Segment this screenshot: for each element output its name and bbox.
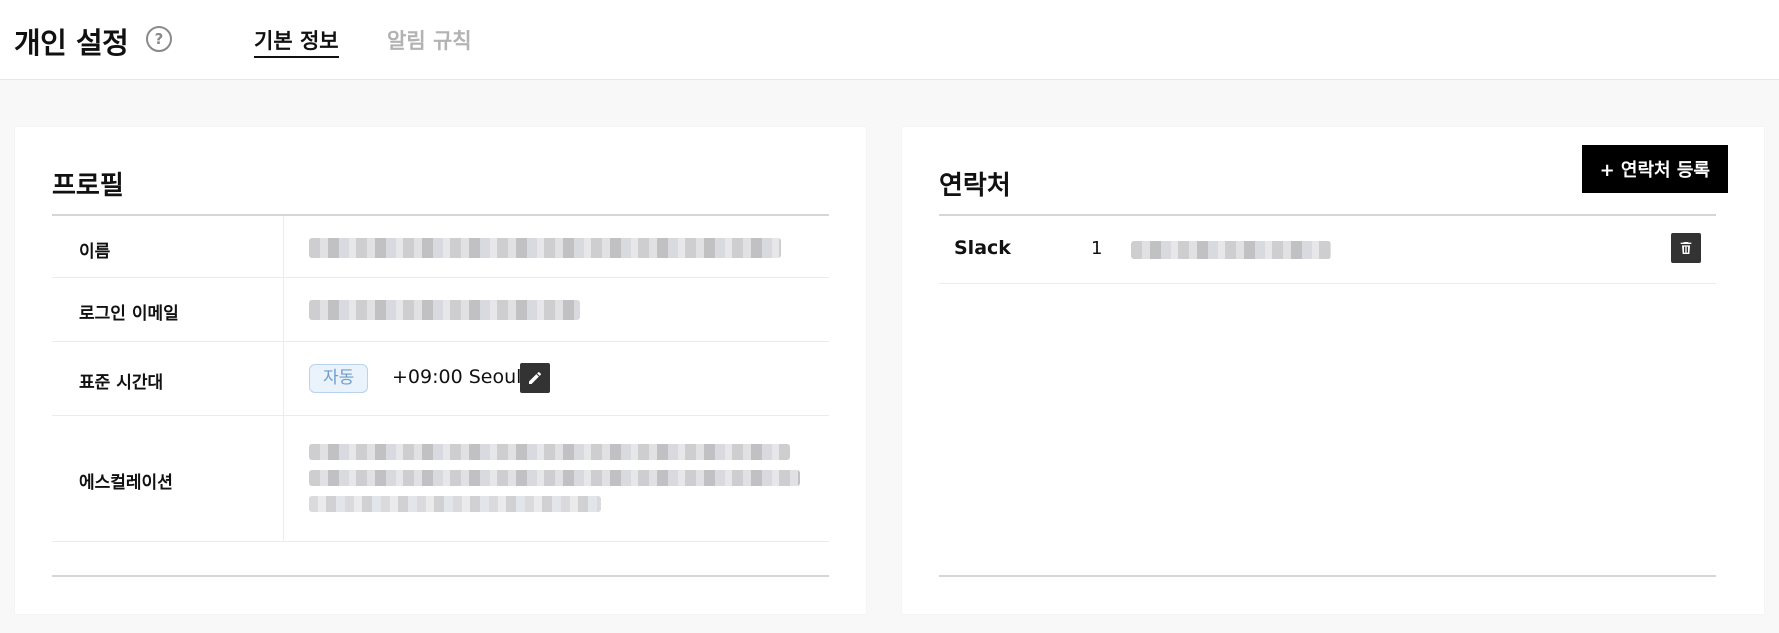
contacts-card: 연락처 + 연락처 등록 Slack 1 [902,127,1764,614]
add-contact-button[interactable]: + 연락처 등록 [1581,145,1728,193]
timezone-label: 표준 시간대 [79,373,164,393]
profile-row-email: 로그인 이메일 [52,278,829,342]
contacts-title: 연락처 [939,171,1011,201]
help-icon[interactable]: ? [146,26,172,52]
row-divider [283,342,284,415]
row-divider [283,216,284,277]
contact-value-redacted [1131,241,1331,259]
row-divider [283,278,284,341]
edit-timezone-button[interactable] [520,363,550,393]
escalation-label: 에스컬레이션 [79,473,173,493]
delete-contact-button[interactable] [1671,233,1701,263]
email-value-redacted [309,300,580,320]
page-title: 개인 설정 [14,26,129,60]
profile-row-name: 이름 [52,216,829,278]
pencil-icon [529,371,542,384]
top-header: 개인 설정 ? 기본 정보 알림 규칙 [0,0,1779,80]
timezone-text: +09:00 Seoul [392,366,522,388]
profile-row-escalation: 에스컬레이션 [52,416,829,542]
profile-row-timezone: 표준 시간대 자동 +09:00 Seoul [52,342,829,416]
profile-bottom-rule [52,575,829,577]
row-divider [283,416,284,541]
auto-badge: 자동 [309,364,369,393]
name-label: 이름 [79,242,111,262]
name-value-redacted [309,238,781,258]
contacts-bottom-rule [939,575,1716,577]
escalation-value-redacted [309,444,800,512]
tab-basic-info[interactable]: 기본 정보 [254,25,339,58]
timezone-value: 자동 +09:00 Seoul [309,363,609,395]
contact-row: Slack 1 [939,214,1716,284]
contact-index: 1 [1091,238,1103,259]
trash-icon [1680,242,1692,254]
profile-card: 프로필 이름 로그인 이메일 표준 시간대 자동 +09:00 Seoul 에스… [15,127,866,614]
contact-type: Slack [954,237,1011,259]
email-label: 로그인 이메일 [79,304,179,324]
profile-title: 프로필 [52,171,124,201]
tab-notification-rules[interactable]: 알림 규칙 [387,25,472,55]
